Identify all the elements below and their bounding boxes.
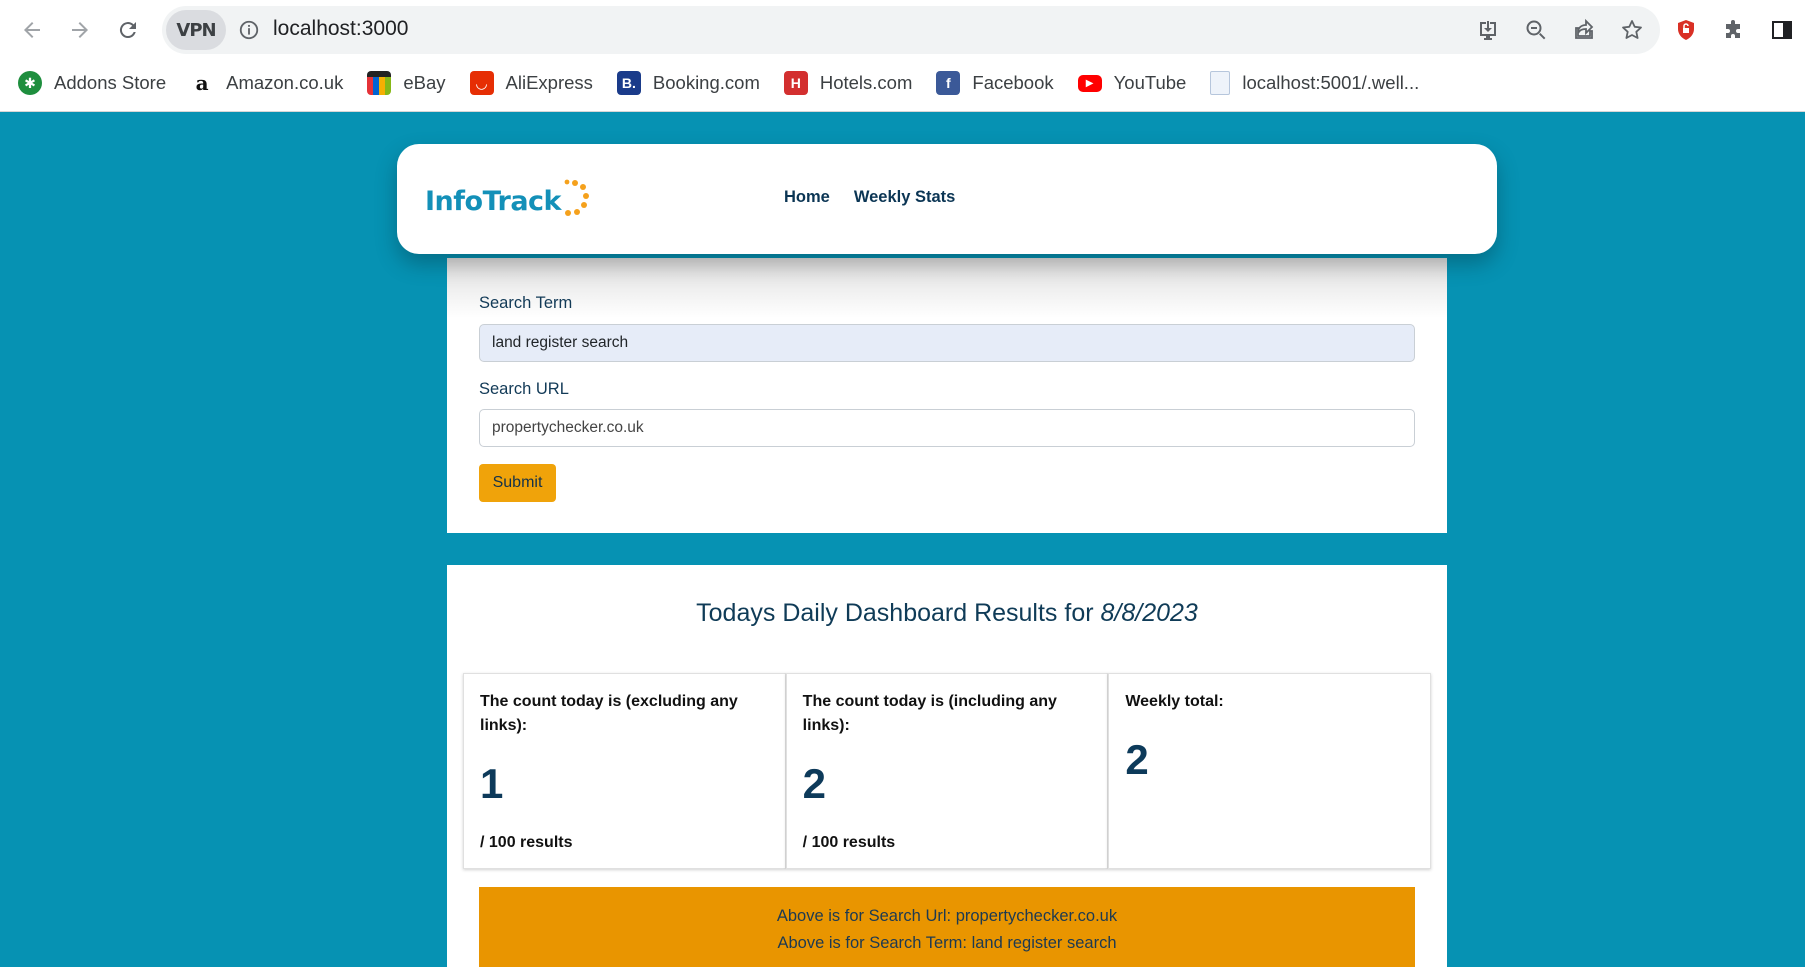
share-button[interactable] (1564, 14, 1604, 46)
aliexpress-icon: ◡ (469, 71, 494, 95)
browser-chrome: VPN localhost:3000 ✱ Addons Store a Amaz… (0, 0, 1805, 112)
bookmark-label: eBay (403, 72, 446, 93)
dashboard-title-prefix: Todays Daily Dashboard Results for (696, 599, 1101, 627)
reload-icon (119, 22, 136, 39)
share-icon (1575, 18, 1594, 39)
vpn-label: VPN (176, 19, 216, 41)
vpn-badge[interactable]: VPN (166, 10, 226, 50)
search-term-value: land register search (492, 334, 629, 351)
dashboard-date: 8/8/2023 (1100, 599, 1198, 627)
arrow-left-icon (24, 22, 40, 38)
search-term-input[interactable]: land register search (479, 324, 1415, 362)
search-url-input[interactable]: propertychecker.co.uk (479, 409, 1415, 447)
infotrack-logo[interactable]: InfoTrack (425, 174, 591, 228)
bookmark-label: Facebook (972, 72, 1054, 93)
zoom-out-icon (1526, 20, 1546, 40)
summary-term-text: Above is for Search Term: land register … (777, 934, 1117, 952)
zoom-button[interactable] (1516, 14, 1556, 46)
submit-button[interactable]: Submit (479, 464, 556, 502)
bookmark-label: Booking.com (652, 72, 760, 93)
bookmark-star-button[interactable] (1612, 14, 1652, 46)
shield-icon (1678, 20, 1694, 40)
bookmark-label: localhost:5001/.well... (1242, 72, 1420, 93)
site-navbar: InfoTrack Home Weekly Stats (397, 144, 1497, 254)
stat-label: Weekly total: (1125, 693, 1224, 710)
bookmark-localhost[interactable]: localhost:5001/.well... (1210, 71, 1419, 95)
bookmark-label: YouTube (1113, 72, 1187, 93)
ebay-icon (367, 71, 392, 95)
search-url-label: Search URL (479, 380, 569, 398)
facebook-icon: f (936, 71, 961, 95)
search-term-label: Search Term (479, 294, 573, 312)
daily-dashboard: Todays Daily Dashboard Results for 8/8/2… (447, 565, 1447, 967)
bookmark-amazon[interactable]: a Amazon.co.uk (190, 71, 344, 95)
youtube-icon: ▶ (1077, 74, 1102, 92)
bookmark-label: Amazon.co.uk (226, 72, 344, 93)
document-icon (1210, 71, 1231, 95)
bookmark-addons-store[interactable]: ✱ Addons Store (18, 71, 166, 95)
install-icon (1480, 21, 1496, 40)
search-summary-banner: Above is for Search Url: propertychecker… (479, 887, 1415, 967)
url-text[interactable]: localhost:3000 (273, 17, 408, 41)
dashboard-title: Todays Daily Dashboard Results for 8/8/2… (447, 599, 1447, 628)
bookmark-hotels[interactable]: H Hotels.com (783, 71, 913, 95)
stat-sub: / 100 results (480, 834, 573, 851)
stat-label: The count today is (including any links)… (802, 693, 1057, 734)
logo-text: InfoTrack (425, 185, 562, 217)
sun-icon (564, 179, 590, 216)
info-icon[interactable] (238, 19, 260, 41)
arrow-right-icon (72, 22, 88, 38)
side-panel-icon (1772, 21, 1792, 39)
stat-value: 2 (802, 760, 827, 807)
bookmark-youtube[interactable]: ▶ YouTube (1077, 72, 1187, 94)
install-app-button[interactable] (1468, 14, 1508, 46)
bookmark-ebay[interactable]: eBay (367, 71, 446, 95)
bookmark-aliexpress[interactable]: ◡ AliExpress (469, 71, 593, 95)
reload-button[interactable] (108, 10, 148, 50)
stat-value: 1 (480, 760, 504, 807)
bookmarks-bar: ✱ Addons Store a Amazon.co.uk eBay ◡ Ali… (0, 66, 1805, 100)
search-form: Search Term land register search Search … (447, 258, 1447, 533)
nav-weekly-stats-link[interactable]: Weekly Stats (854, 188, 956, 207)
extension-shield-button[interactable] (1670, 14, 1702, 46)
forward-button[interactable] (60, 10, 100, 50)
bookmark-label: Hotels.com (819, 72, 913, 93)
bookmark-facebook[interactable]: f Facebook (936, 71, 1054, 95)
stat-sub: / 100 results (802, 834, 896, 851)
summary-url-text: Above is for Search Url: propertychecker… (776, 907, 1118, 925)
back-button[interactable] (12, 10, 52, 50)
bookmark-label: Addons Store (54, 72, 167, 93)
booking-icon: B. (616, 71, 641, 95)
bookmark-booking[interactable]: B. Booking.com (616, 71, 760, 95)
amazon-icon: a (195, 71, 209, 95)
stat-card-excluding-links: The count today is (excluding any links)… (463, 673, 786, 869)
search-url-value: propertychecker.co.uk (492, 419, 644, 436)
side-panel-button[interactable] (1766, 14, 1798, 46)
stat-label: The count today is (excluding any links)… (480, 693, 738, 734)
extensions-button[interactable] (1718, 14, 1750, 46)
puzzle-icon (1726, 20, 1740, 38)
star-icon (1622, 20, 1642, 39)
addons-store-icon: ✱ (18, 71, 42, 95)
address-bar[interactable]: VPN localhost:3000 (162, 6, 1660, 54)
stat-card-weekly-total: Weekly total: 2 (1108, 673, 1432, 869)
stat-value: 2 (1125, 736, 1149, 783)
hotels-icon: H (783, 71, 808, 95)
stat-card-including-links: The count today is (including any links)… (785, 673, 1109, 869)
nav-home-link[interactable]: Home (784, 188, 830, 207)
bookmark-label: AliExpress (505, 72, 593, 93)
